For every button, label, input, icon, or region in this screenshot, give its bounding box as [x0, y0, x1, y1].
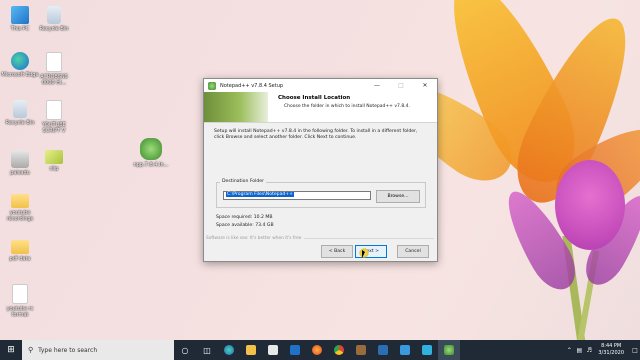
app-icon[interactable]: [350, 340, 372, 360]
clock-time: 8:44 PM: [601, 343, 622, 349]
taskbar-clock[interactable]: 8:44 PM 3/31/2020: [598, 343, 624, 357]
notifications-icon[interactable]: □: [630, 347, 640, 354]
wallpaper-flower-center: [555, 160, 625, 250]
desktop-icon-youtube-script[interactable]: YOUTUBE SCRIPT V: [34, 100, 74, 134]
mail-icon[interactable]: [284, 340, 306, 360]
desktop-icon-label: Recycle Bin: [39, 26, 69, 32]
destination-folder-group: Destination Folder C:\Program Files\Note…: [216, 179, 426, 208]
notepad-plus-plus-taskbar-icon[interactable]: [438, 340, 460, 360]
edge-icon: [11, 52, 29, 70]
back-button[interactable]: < Back: [321, 245, 353, 258]
network-icon[interactable]: ▤: [574, 347, 584, 354]
space-required: Space required: 10.2 MB: [216, 215, 273, 220]
document-icon: [46, 100, 62, 120]
space-available: Space available: 73.4 GB: [216, 223, 274, 228]
document-icon: [12, 284, 28, 304]
desktop-icon-youtube-rc-format[interactable]: youtube rc format: [0, 284, 40, 318]
maximize-icon: □: [398, 82, 404, 89]
browse-button[interactable]: Browse...: [376, 190, 420, 203]
windows-start-icon[interactable]: ⊞: [0, 340, 22, 360]
dialog-body-text: Setup will install Notepad++ v7.8.4 in t…: [214, 129, 418, 140]
dialog-titlebar[interactable]: Notepad++ v7.8.4 Setup — □ ✕: [204, 79, 437, 92]
desktop-icon-clip[interactable]: clip: [34, 150, 74, 172]
notepad-plus-plus-icon: [208, 81, 216, 90]
desktop-icon-label: youtube rc format: [6, 306, 34, 318]
document-icon: [46, 52, 62, 72]
close-icon[interactable]: ✕: [413, 79, 437, 92]
recycle-bin-icon: [13, 100, 27, 118]
desktop-icon-recycle-bin-top[interactable]: Recycle Bin: [34, 6, 74, 32]
desktop-icon-pdf-data[interactable]: pdf data: [0, 240, 40, 262]
setup-dialog: Notepad++ v7.8.4 Setup — □ ✕ Choose Inst…: [203, 78, 438, 262]
volume-icon[interactable]: ♬: [584, 347, 594, 354]
folder-icon: [11, 240, 29, 254]
app-icon[interactable]: [372, 340, 394, 360]
task-view-icon[interactable]: ◫: [196, 340, 218, 360]
destination-folder-input[interactable]: C:\Program Files\Notepad++: [223, 191, 371, 200]
camera-icon: [11, 150, 29, 168]
desktop-icon-label: clip: [49, 166, 59, 172]
dialog-header: Choose Install Location Choose the folde…: [204, 92, 437, 123]
image-icon: [45, 150, 63, 164]
desktop-icon-youtube-recordings[interactable]: youtube recordings: [0, 194, 40, 222]
desktop-icon-npp-installer[interactable]: npp.7.8.4.In...: [131, 138, 171, 168]
desktop-icon-label: YOUTUBE SCRIPT V: [42, 122, 66, 134]
minimize-icon[interactable]: —: [365, 79, 389, 92]
desktop-icon-label: ACROBSNS 0000 HI...: [40, 74, 68, 86]
divider: [304, 238, 434, 239]
branding-text: Software is like sex: It's better when i…: [206, 236, 302, 241]
cancel-button[interactable]: Cancel: [397, 245, 429, 258]
clock-date: 3/31/2020: [598, 350, 624, 356]
store-icon[interactable]: [262, 340, 284, 360]
chevron-up-icon[interactable]: ⌃: [564, 347, 574, 354]
taskbar-search-box[interactable]: ⚲ Type here to search: [22, 340, 174, 360]
firefox-icon[interactable]: [306, 340, 328, 360]
destination-folder-value: C:\Program Files\Notepad++: [226, 192, 294, 197]
file-explorer-icon[interactable]: [240, 340, 262, 360]
cortana-icon[interactable]: ○: [174, 340, 196, 360]
header-subtitle: Choose the folder in which to install No…: [284, 104, 410, 109]
search-placeholder: Type here to search: [38, 346, 98, 354]
desktop-icon-label: pdf data: [9, 256, 31, 262]
taskbar: ⊞ ⚲ Type here to search ○ ◫ ⌃ ▤ ♬ 8:44 P…: [0, 340, 640, 360]
computer-icon: [11, 6, 29, 24]
notepad-plus-plus-icon: [140, 138, 162, 160]
system-tray: ⌃ ▤ ♬ 8:44 PM 3/31/2020 □: [564, 343, 640, 357]
edge-taskbar-icon[interactable]: [218, 340, 240, 360]
header-title: Choose Install Location: [278, 95, 351, 101]
desktop-icon-document[interactable]: ACROBSNS 0000 HI...: [34, 52, 74, 86]
search-icon: ⚲: [28, 346, 34, 354]
chrome-icon[interactable]: [328, 340, 350, 360]
desktop-icon-label: youtube recordings: [6, 210, 34, 222]
destination-folder-label: Destination Folder: [220, 179, 267, 184]
dialog-title: Notepad++ v7.8.4 Setup: [220, 82, 284, 89]
desktop-icon-label: npp.7.8.4.In...: [133, 162, 169, 168]
recycle-bin-icon: [47, 6, 61, 24]
setup-banner-image: [204, 92, 268, 122]
app-icon[interactable]: [394, 340, 416, 360]
app-icon[interactable]: [416, 340, 438, 360]
folder-icon: [11, 194, 29, 208]
mouse-cursor-icon: [359, 248, 369, 258]
branding-text-row: Software is like sex: It's better when i…: [206, 236, 434, 241]
